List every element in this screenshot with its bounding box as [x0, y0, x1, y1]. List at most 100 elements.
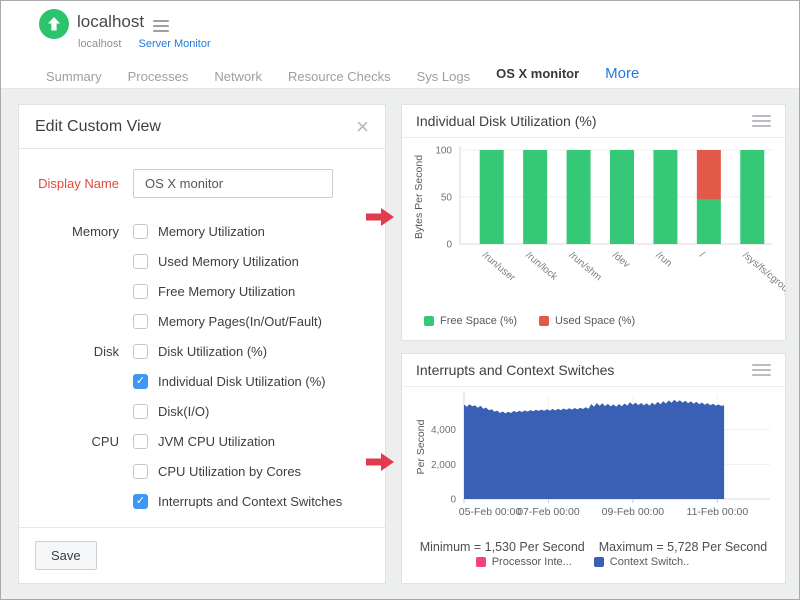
checkbox-disk-utilization[interactable]	[133, 344, 148, 359]
legend-swatch	[476, 557, 486, 567]
disk-utilization-card: Individual Disk Utilization (%) 0 50 100 By…	[401, 104, 786, 341]
svg-text:/: /	[697, 250, 706, 260]
disk-card-title: Individual Disk Utilization (%)	[416, 113, 597, 129]
metric-row: Free Memory Utilization	[19, 276, 385, 306]
svg-text:Per Second: Per Second	[415, 419, 427, 474]
tab-more[interactable]: More	[605, 59, 639, 93]
group-label-memory: Memory	[19, 224, 133, 239]
checkbox-interrupts-and-context-switches[interactable]: ✓	[133, 494, 148, 509]
svg-text:/dev: /dev	[610, 250, 632, 271]
interrupts-card: Interrupts and Context Switches 0 2,000 4,…	[401, 353, 786, 584]
minmax-row: Minimum = 1,530 Per Second Maximum = 5,7…	[402, 540, 785, 554]
metric-label: Memory Pages(In/Out/Fault)	[158, 314, 322, 329]
bar-free-space	[480, 150, 504, 244]
legend-label: Processor Inte...	[492, 556, 572, 568]
legend-item-free-space[interactable]: Free Space (%)	[424, 315, 517, 327]
svg-text:0: 0	[446, 240, 452, 251]
svg-text:100: 100	[435, 146, 452, 157]
svg-text:0: 0	[450, 495, 456, 506]
display-name-input[interactable]	[133, 169, 333, 198]
panel-title: Edit Custom View	[35, 118, 161, 136]
disk-chart-legend: Free Space (%) Used Space (%)	[402, 315, 785, 327]
breadcrumb-host: localhost	[78, 38, 121, 50]
svg-text:50: 50	[441, 193, 453, 204]
bar-free-space	[610, 150, 634, 244]
checkbox-free-memory-utilization[interactable]	[133, 284, 148, 299]
breadcrumb-server-monitor-link[interactable]: Server Monitor	[138, 38, 210, 50]
legend-label: Used Space (%)	[555, 315, 635, 327]
group-label-cpu: CPU	[19, 434, 133, 449]
minimum-label: Minimum = 1,530 Per Second	[420, 540, 585, 554]
monitor-status-icon	[39, 9, 69, 39]
host-title: localhost	[77, 12, 144, 31]
tab-bar: SummaryProcessesNetworkResource ChecksSy…	[46, 59, 665, 93]
checkbox-individual-disk-utilization[interactable]: ✓	[133, 374, 148, 389]
svg-text:/run/shm: /run/shm	[567, 250, 604, 283]
checkbox-jvm-cpu-utilization[interactable]	[133, 434, 148, 449]
svg-text:Bytes Per Second: Bytes Per Second	[413, 155, 425, 239]
svg-text:09-Feb 00:00: 09-Feb 00:00	[602, 506, 665, 518]
metric-row: ✓ Individual Disk Utilization (%)	[19, 366, 385, 396]
checkbox-cpu-utilization-by-cores[interactable]	[133, 464, 148, 479]
svg-text:07-Feb 00:00: 07-Feb 00:00	[517, 506, 580, 518]
title-menu-icon[interactable]	[153, 17, 169, 35]
svg-text:4,000: 4,000	[431, 425, 456, 436]
disk-card-menu-icon[interactable]	[752, 112, 771, 130]
app-header: localhost localhost Server Monitor Summa…	[1, 1, 799, 89]
svg-text:/run/lock: /run/lock	[523, 250, 560, 283]
close-icon[interactable]: ×	[356, 116, 369, 138]
metric-label: Individual Disk Utilization (%)	[158, 374, 326, 389]
metric-label: Memory Utilization	[158, 224, 265, 239]
interrupts-card-title: Interrupts and Context Switches	[416, 362, 614, 378]
edit-custom-view-panel: Edit Custom View × Display Name Memory Me…	[18, 104, 386, 584]
legend-swatch	[424, 316, 434, 326]
metric-label: CPU Utilization by Cores	[158, 464, 301, 479]
checkbox-memory-pages-in-out-fault[interactable]	[133, 314, 148, 329]
svg-text:2,000: 2,000	[431, 460, 456, 471]
metric-label: Disk(I/O)	[158, 404, 209, 419]
svg-text:11-Feb 00:00: 11-Feb 00:00	[687, 506, 749, 518]
metric-label: Free Memory Utilization	[158, 284, 295, 299]
checkbox-used-memory-utilization[interactable]	[133, 254, 148, 269]
context-switches-area	[464, 400, 724, 499]
bar-free-space	[523, 150, 547, 244]
legend-swatch	[539, 316, 549, 326]
save-button[interactable]: Save	[35, 541, 97, 570]
metric-label: JVM CPU Utilization	[158, 434, 275, 449]
page-title: localhost	[77, 12, 144, 32]
svg-text:/run/user: /run/user	[480, 250, 518, 284]
red-arrow-icon	[366, 206, 396, 228]
metric-row: Disk(I/O)	[19, 396, 385, 426]
legend-swatch	[594, 557, 604, 567]
interrupts-chart-legend: Processor Inte... Context Switch..	[402, 556, 785, 568]
metric-label: Used Memory Utilization	[158, 254, 299, 269]
checkbox-disk-i-o[interactable]	[133, 404, 148, 419]
checkbox-memory-utilization[interactable]	[133, 224, 148, 239]
metric-label: Interrupts and Context Switches	[158, 494, 342, 509]
group-label-disk: Disk	[19, 344, 133, 359]
interrupts-area-chart: 0 2,000 4,000 05-Feb 00:0007-Feb 00:00 09-Fe…	[402, 387, 785, 533]
disk-card-header: Individual Disk Utilization (%)	[402, 105, 785, 138]
disk-utilization-bar-chart: 0 50 100 Bytes Per Second/run/user/run/lock…	[402, 138, 785, 314]
svg-text:/sys/fs/cgroup: /sys/fs/cgroup	[740, 250, 785, 298]
bar-free-space	[740, 150, 764, 244]
svg-text:/run: /run	[654, 250, 674, 270]
display-name-row: Display Name	[19, 169, 385, 198]
up-arrow-icon	[46, 16, 62, 32]
legend-label: Context Switch..	[610, 556, 689, 568]
interrupts-card-menu-icon[interactable]	[752, 361, 771, 379]
legend-item-context-switch[interactable]: Context Switch..	[594, 556, 689, 568]
interrupts-card-header: Interrupts and Context Switches	[402, 354, 785, 387]
metric-row: Memory Pages(In/Out/Fault)	[19, 306, 385, 336]
metric-row: CPU Utilization by Cores	[19, 456, 385, 486]
bar-free-space	[653, 150, 677, 244]
legend-item-used-space[interactable]: Used Space (%)	[539, 315, 635, 327]
panel-header: Edit Custom View ×	[19, 105, 385, 149]
svg-text:05-Feb 00:00: 05-Feb 00:00	[459, 506, 522, 518]
bar-free-space	[567, 150, 591, 244]
main-content: Edit Custom View × Display Name Memory Me…	[1, 89, 800, 600]
metric-label: Disk Utilization (%)	[158, 344, 267, 359]
panel-footer: Save	[19, 527, 385, 583]
metric-row: ✓ Interrupts and Context Switches	[19, 486, 385, 516]
legend-item-processor-inte[interactable]: Processor Inte...	[476, 556, 572, 568]
